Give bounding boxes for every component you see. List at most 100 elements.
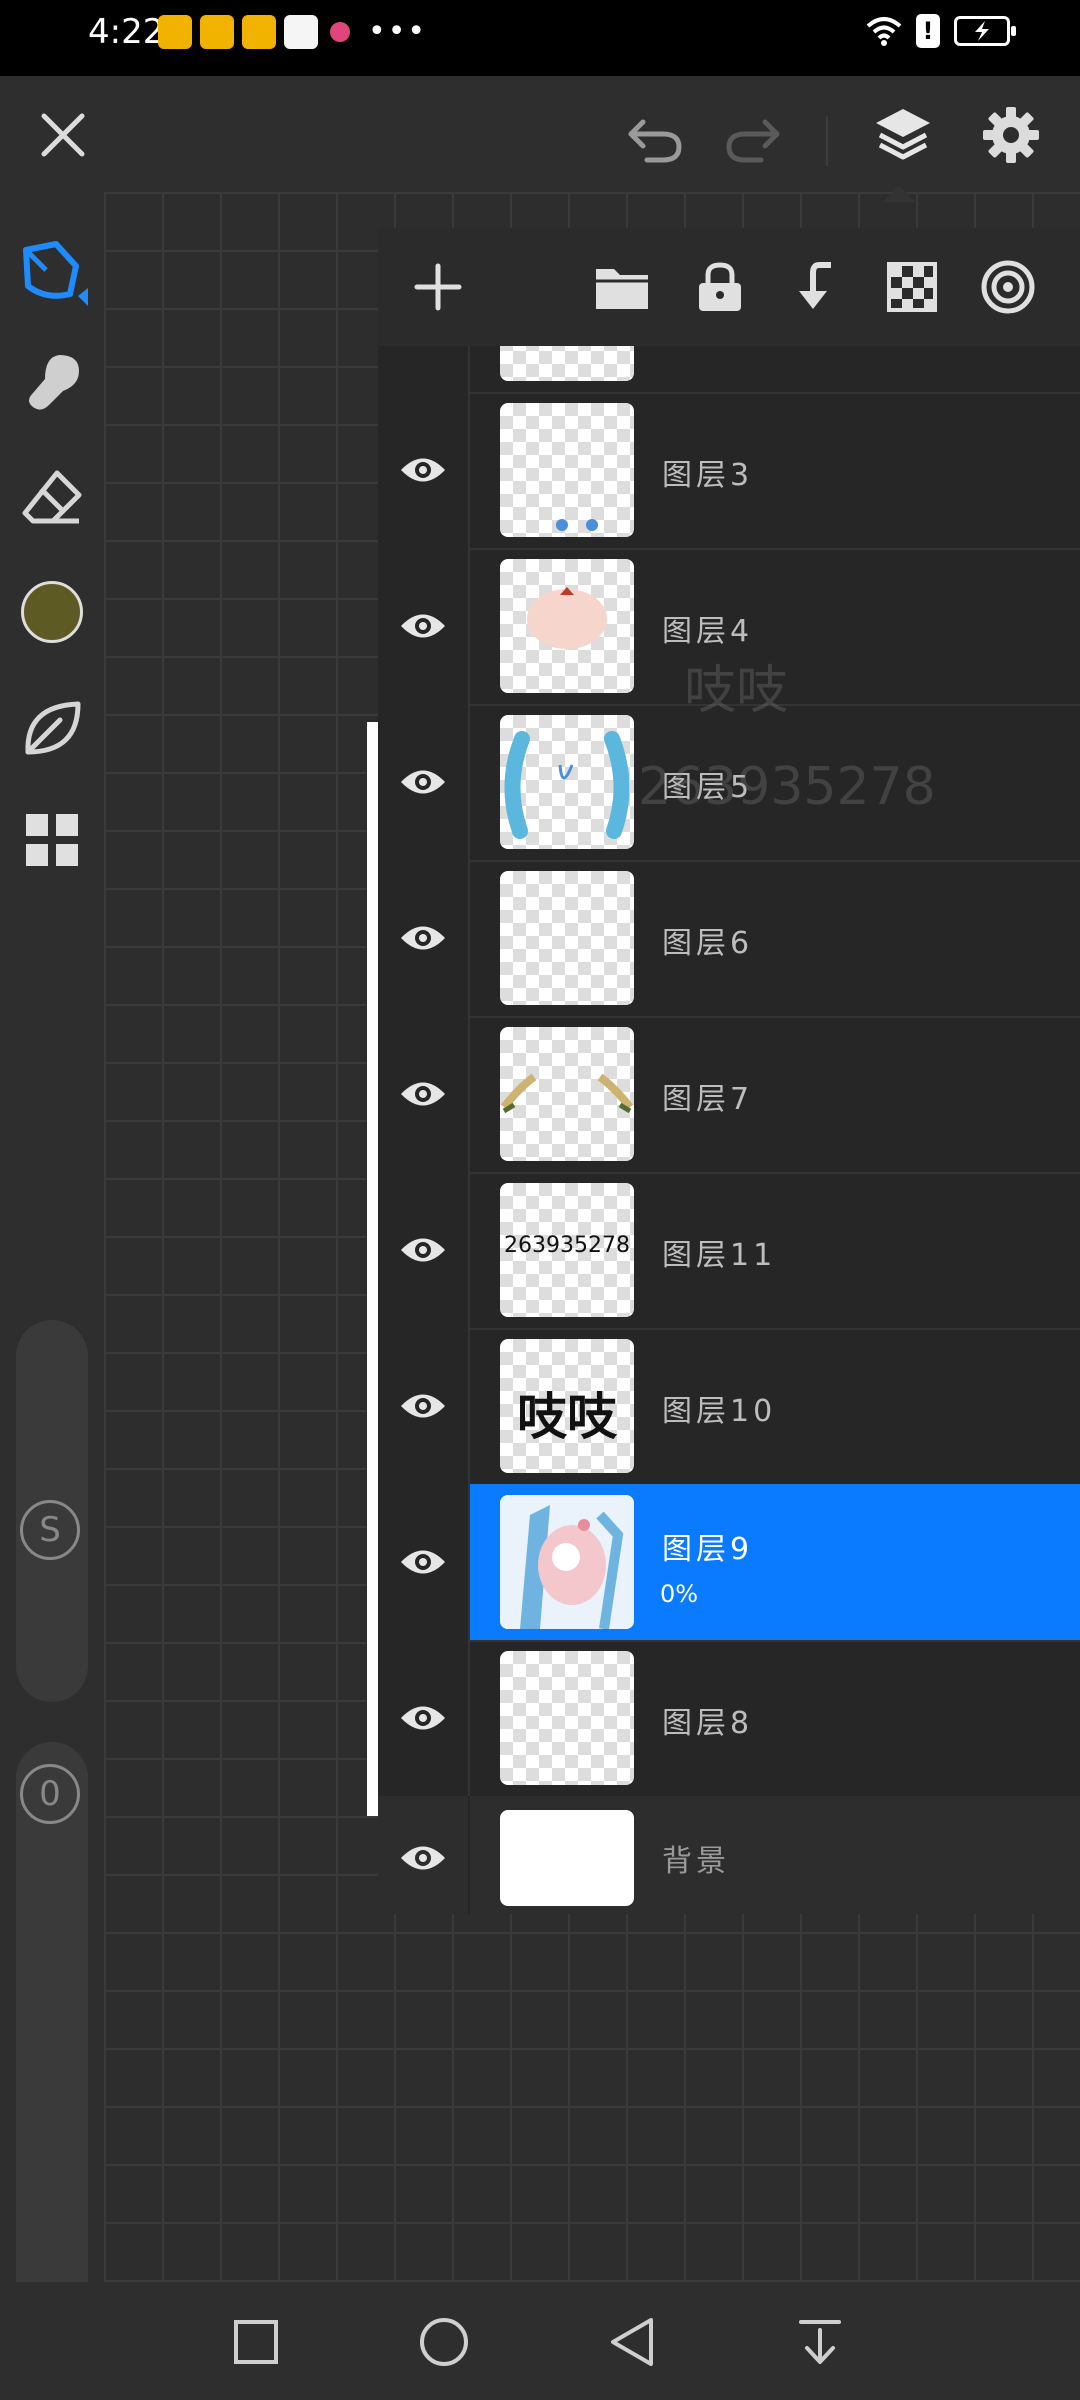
layer-folder-button[interactable]	[592, 257, 652, 317]
undo-button[interactable]	[620, 104, 690, 174]
eye-icon	[401, 1394, 445, 1418]
layer-thumbnail	[500, 403, 634, 537]
visibility-toggle[interactable]	[378, 1796, 468, 1914]
opacity-slider[interactable]	[16, 1742, 88, 2330]
hide-nav-button[interactable]	[788, 2310, 852, 2374]
merge-down-icon	[799, 262, 831, 309]
layer-thumbnail	[500, 1651, 634, 1785]
eraser-tool-button[interactable]	[10, 456, 94, 540]
color-picker-button[interactable]	[10, 570, 94, 654]
gear-icon	[983, 107, 1039, 163]
layer-thumbnail	[500, 1495, 634, 1629]
layer-panel-toolbar	[378, 228, 1080, 346]
smudge-icon	[29, 355, 79, 410]
collapse-down-icon	[799, 2320, 841, 2364]
add-layer-button[interactable]	[408, 257, 468, 317]
layer-thumbnail: 吱吱	[500, 1339, 634, 1473]
wifi-icon	[866, 17, 902, 46]
eye-icon	[401, 1550, 445, 1574]
layer-name: 背景	[662, 1844, 730, 1879]
visibility-toggle[interactable]	[378, 1172, 470, 1328]
layer-panel: 图层3 图层4 图层5 图层6 图层7 263935278 图层11 吱吱 图层…	[378, 228, 1080, 1914]
layer-thumbnail	[500, 559, 634, 693]
layer-thumbnail	[500, 715, 634, 849]
layer-row[interactable]: 263935278 图层11	[378, 1172, 1080, 1330]
layers-icon	[876, 109, 930, 160]
eye-icon	[401, 1846, 445, 1870]
layer-row-selected[interactable]: 图层9 0%	[378, 1484, 1080, 1642]
app-notification-icon	[330, 21, 350, 42]
thumb-text: 吱吱	[517, 1388, 617, 1446]
layer-name: 图层8	[662, 1706, 754, 1741]
eye-icon	[401, 1082, 445, 1106]
layer-thumbnail	[500, 1027, 634, 1161]
layer-thumbnail: 263935278	[500, 1183, 634, 1317]
eye-icon	[401, 1706, 445, 1730]
tool-sidebar: S 0	[0, 192, 104, 2330]
layer-opacity: 0%	[660, 1580, 699, 1608]
layer-row[interactable]: 图层3	[378, 392, 1080, 550]
checker-icon	[887, 262, 937, 312]
visibility-toggle[interactable]	[378, 1484, 470, 1640]
redo-icon	[726, 119, 780, 163]
visibility-toggle[interactable]	[378, 704, 470, 860]
weibo-app-icon	[242, 14, 276, 49]
battery-icon	[954, 16, 1016, 46]
current-color-swatch	[21, 581, 83, 643]
notification-icons: •••	[158, 14, 427, 49]
layer-row[interactable]: 图层4	[378, 548, 1080, 706]
layer-thumbnail	[500, 871, 634, 1005]
back-button[interactable]	[600, 2310, 664, 2374]
eye-icon	[401, 926, 445, 950]
layer-list[interactable]: 图层3 图层4 图层5 图层6 图层7 263935278 图层11 吱吱 图层…	[378, 346, 1080, 1914]
visibility-toggle[interactable]	[378, 392, 470, 548]
add-icon	[414, 263, 462, 311]
visibility-toggle[interactable]	[378, 1328, 470, 1484]
recent-apps-button[interactable]	[224, 2310, 288, 2374]
reference-icon	[981, 260, 1035, 314]
brush-tool-button[interactable]	[10, 230, 94, 314]
visibility-toggle[interactable]	[378, 1016, 470, 1172]
more-notifications-icon: •••	[368, 14, 428, 49]
settings-button[interactable]	[976, 100, 1046, 170]
layer-row-partial[interactable]	[378, 346, 1080, 394]
weibo-app-icon	[158, 14, 192, 49]
redo-button[interactable]	[718, 104, 788, 174]
panel-pointer	[883, 186, 915, 202]
eye-icon	[401, 614, 445, 638]
square-icon	[234, 2320, 278, 2364]
layer-name: 图层5	[662, 770, 754, 805]
close-button[interactable]	[30, 102, 96, 168]
layer-row[interactable]: 图层6	[378, 860, 1080, 1018]
layer-row[interactable]: 吱吱 图层10	[378, 1328, 1080, 1486]
visibility-toggle[interactable]	[378, 860, 470, 1016]
lock-layer-button[interactable]	[690, 257, 750, 317]
layer-row[interactable]: 图层7	[378, 1016, 1080, 1174]
status-bar: 4:22 ••• !	[0, 0, 1080, 76]
visibility-toggle[interactable]	[378, 1640, 470, 1796]
transparency-lock-button[interactable]	[882, 257, 942, 317]
visibility-toggle[interactable]	[378, 548, 470, 704]
pen-icon	[23, 241, 88, 306]
triangle-back-icon	[611, 2318, 653, 2366]
app-notification-icon	[284, 14, 318, 49]
layers-button[interactable]	[868, 100, 938, 170]
layer-row[interactable]: 图层8	[378, 1640, 1080, 1798]
undo-icon	[628, 119, 682, 163]
layer-row[interactable]: 图层5	[378, 704, 1080, 862]
close-icon	[41, 113, 85, 157]
smudge-tool-button[interactable]	[10, 340, 94, 424]
layer-name: 图层9	[662, 1532, 754, 1567]
merge-down-button[interactable]	[786, 257, 846, 317]
gallery-tool-button[interactable]	[10, 798, 94, 882]
layer-thumbnail	[500, 1810, 634, 1906]
grid-icon	[26, 814, 78, 866]
layer-name: 图层3	[662, 458, 754, 493]
reference-layer-button[interactable]	[978, 257, 1038, 317]
folder-icon	[596, 269, 648, 309]
system-nav-bar	[0, 2282, 1080, 2400]
circle-icon	[420, 2318, 468, 2366]
home-button[interactable]	[412, 2310, 476, 2374]
background-layer-row[interactable]: 背景	[378, 1796, 1080, 1914]
leaf-tool-button[interactable]	[10, 686, 94, 770]
